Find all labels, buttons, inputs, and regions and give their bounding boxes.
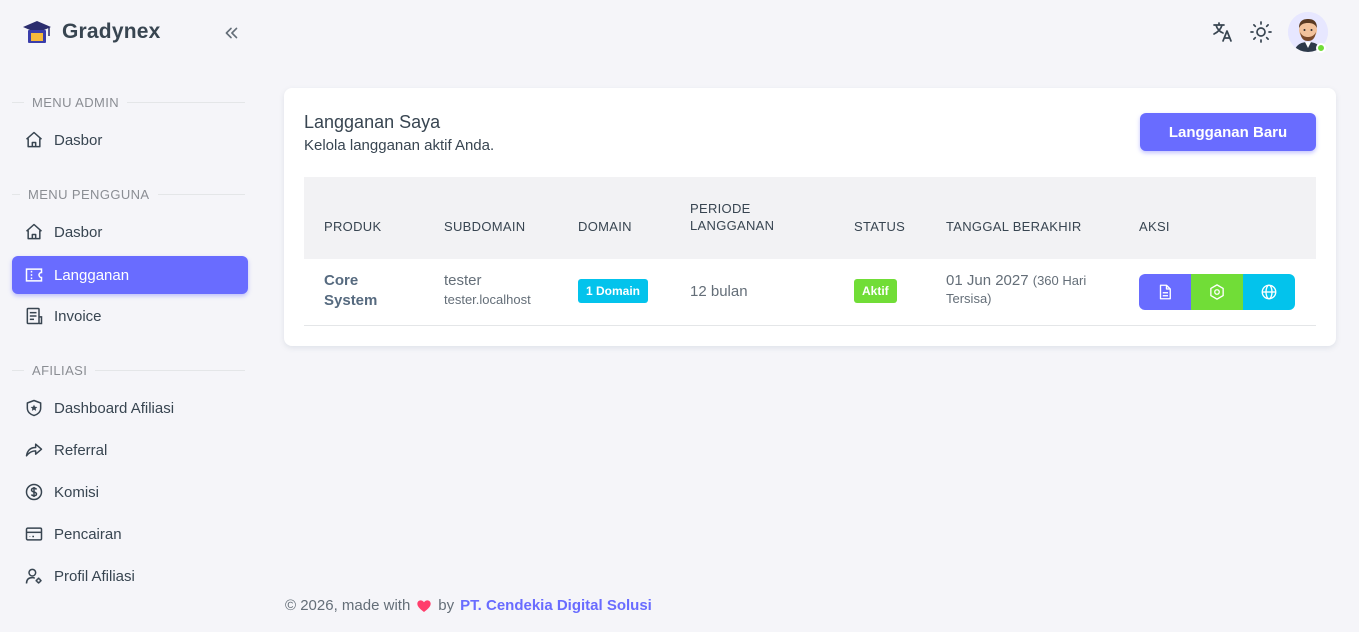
sun-icon[interactable] (1249, 20, 1273, 44)
open-site-button[interactable] (1243, 274, 1295, 310)
user-cog-icon (25, 568, 42, 584)
sidebar-item-admin-dasbor[interactable]: Dasbor (12, 121, 248, 159)
product-name: Core System (324, 272, 378, 309)
column-header-aksi: AKSI (1139, 219, 1170, 234)
subdomain-cell: tester tester.localhost (444, 272, 531, 307)
footer-copyright: © 2026, made with (285, 597, 411, 614)
wallet-icon (25, 527, 43, 541)
column-header-produk: PRODUK (324, 219, 382, 234)
new-subscription-button[interactable]: Langganan Baru (1140, 113, 1316, 151)
ticket-icon (25, 268, 43, 282)
collapse-sidebar-icon[interactable] (220, 22, 242, 44)
sidebar-item-dasbor[interactable]: Dasbor (12, 213, 248, 251)
menu-header-afiliasi: AFILIASI (12, 363, 245, 378)
sidebar-item-pencairan[interactable]: Pencairan (12, 515, 248, 553)
sidebar-item-dashboard-afiliasi[interactable]: Dashboard Afiliasi (12, 389, 248, 427)
status-badge: Aktif (854, 279, 897, 303)
sidebar-item-langganan[interactable]: Langganan (12, 256, 248, 294)
menu-header-pengguna: MENU PENGGUNA (12, 187, 245, 202)
table-row: Core System tester tester.localhost 1 Do… (304, 259, 1316, 326)
graduation-cap-logo-icon (23, 21, 51, 43)
home-icon (26, 131, 42, 148)
dollar-circle-icon (25, 483, 43, 501)
card-title: Langganan Saya (304, 112, 441, 132)
invoice-icon (26, 307, 43, 325)
settings-button[interactable] (1191, 274, 1243, 310)
column-header-tanggal: TANGGAL BERAKHIR (946, 219, 1082, 234)
sidebar-item-komisi[interactable]: Komisi (12, 473, 248, 511)
sidebar-item-profil-afiliasi[interactable]: Profil Afiliasi (12, 557, 248, 595)
column-header-subdomain: SUBDOMAIN (444, 219, 526, 234)
table-header: PRODUK SUBDOMAIN DOMAIN PERIODE LANGGANA… (304, 177, 1316, 259)
home-icon (26, 223, 42, 240)
column-header-domain: DOMAIN (578, 219, 632, 234)
row-actions (1139, 274, 1295, 310)
view-invoice-button[interactable] (1139, 274, 1191, 310)
menu-header-admin: MENU ADMIN (12, 95, 245, 110)
brand-name: Gradynex (62, 20, 161, 43)
shield-star-icon (26, 399, 42, 417)
sidebar-item-invoice[interactable]: Invoice (12, 297, 248, 335)
sidebar: Gradynex MENU ADMIN Dasbor MENU PENGGUNA… (0, 0, 260, 632)
document-icon (1159, 284, 1171, 300)
footer-by: by (438, 597, 455, 614)
translate-icon[interactable] (1211, 20, 1235, 44)
settings-icon (1210, 284, 1224, 300)
sidebar-item-referral[interactable]: Referral (12, 431, 248, 469)
column-header-periode: PERIODE LANGGANAN (690, 201, 775, 233)
brand[interactable]: Gradynex (22, 17, 160, 47)
end-date-cell: 01 Jun 2027 (360 Hari Tersisa) (946, 272, 1087, 306)
footer: © 2026, made with by PT. Cendekia Digita… (285, 597, 652, 614)
share-arrow-icon (25, 443, 43, 457)
subscriptions-card: Langganan Saya Kelola langganan aktif An… (284, 88, 1336, 346)
period-cell: 12 bulan (690, 283, 748, 300)
column-header-status: STATUS (854, 219, 906, 234)
card-subtitle: Kelola langganan aktif Anda. (304, 137, 495, 154)
heart-icon (417, 599, 431, 612)
footer-company-link[interactable]: PT. Cendekia Digital Solusi (460, 597, 652, 614)
domain-badge: 1 Domain (578, 279, 649, 303)
online-status-dot (1316, 43, 1326, 53)
globe-icon (1261, 284, 1277, 300)
